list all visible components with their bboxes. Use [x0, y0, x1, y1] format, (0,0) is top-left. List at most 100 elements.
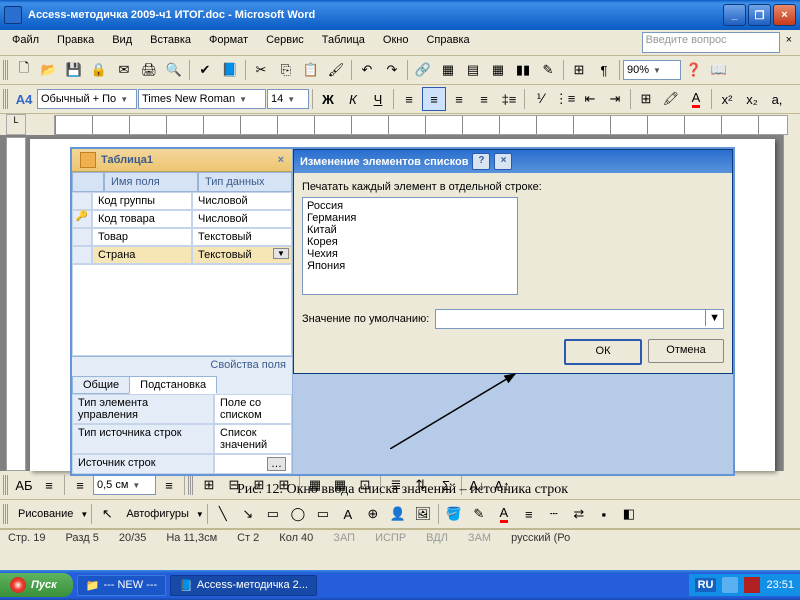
research-icon[interactable]: 📘 [218, 58, 242, 82]
highlight-icon[interactable]: 🖍 [659, 87, 683, 111]
clock[interactable]: 23:51 [766, 579, 794, 591]
drawing-icon[interactable]: ✎ [536, 58, 560, 82]
arrow-style-icon[interactable]: ⇄ [567, 502, 591, 526]
property-row[interactable]: Тип элемента управленияПоле со списком [72, 394, 292, 424]
picture-icon[interactable]: 🖼 [411, 502, 435, 526]
align-center-icon[interactable]: ≡ [422, 87, 446, 111]
menu-help[interactable]: Справка [418, 32, 477, 53]
align-left-icon[interactable]: ≡ [397, 87, 421, 111]
format-painter-icon[interactable]: 🖌 [324, 58, 348, 82]
ask-question-input[interactable]: Введите вопрос [642, 32, 780, 53]
print-icon[interactable]: 🖨 [137, 58, 161, 82]
menu-table[interactable]: Таблица [314, 32, 373, 53]
menu-tools[interactable]: Сервис [258, 32, 312, 53]
font-color-icon[interactable]: A [684, 87, 708, 111]
menu-edit[interactable]: Правка [49, 32, 102, 53]
dash-style-icon[interactable]: ┄ [542, 502, 566, 526]
taskbar-item[interactable]: 📘 Access-методичка 2... [170, 575, 317, 596]
menu-window[interactable]: Окно [375, 32, 417, 53]
menu-view[interactable]: Вид [104, 32, 140, 53]
undo-icon[interactable]: ↶ [355, 58, 379, 82]
underline-icon[interactable]: Ч [366, 87, 390, 111]
columns-icon[interactable]: ▮▮ [511, 58, 535, 82]
drawing-menu[interactable]: Рисование [12, 505, 79, 523]
new-doc-icon[interactable]: 🗋 [12, 58, 36, 82]
status-trk[interactable]: ИСПР [371, 532, 410, 544]
dialog-close-icon[interactable]: × [494, 153, 512, 170]
bullets-icon[interactable]: ⋮≡ [553, 87, 577, 111]
select-arrow-icon[interactable]: ↖ [95, 502, 119, 526]
help-icon[interactable]: ❓ [682, 58, 706, 82]
subscript-icon[interactable]: x₂ [740, 87, 764, 111]
align-right-icon[interactable]: ≡ [447, 87, 471, 111]
line-spacing-icon[interactable]: ‡≡ [497, 87, 521, 111]
zoom-combo[interactable]: 90%▼ [623, 60, 681, 80]
font-combo[interactable]: Times New Roman▼ [138, 89, 266, 109]
threed-icon[interactable]: ◧ [617, 502, 641, 526]
maximize-button[interactable]: ❐ [748, 4, 771, 26]
default-value-combo[interactable]: ▼ [435, 309, 724, 329]
indent-icon[interactable]: ⇥ [603, 87, 627, 111]
list-items-box[interactable]: РоссияГерманияКитайКореяЧехияЯпония [302, 197, 518, 295]
styles-pane-icon[interactable]: A4 [12, 87, 36, 111]
preview-icon[interactable]: 🔍 [162, 58, 186, 82]
dialog-help-icon[interactable]: ? [472, 153, 490, 170]
property-row[interactable]: Источник строк… [72, 454, 292, 474]
hyperlink-icon[interactable]: 🔗 [411, 58, 435, 82]
permission-icon[interactable]: 🔒 [87, 58, 111, 82]
textbox-icon[interactable]: ▭ [311, 502, 335, 526]
cancel-button[interactable]: Отмена [648, 339, 724, 363]
clipart-icon[interactable]: 👤 [386, 502, 410, 526]
field-row[interactable]: Код группыЧисловой [72, 192, 292, 210]
lang-indicator[interactable]: RU [695, 578, 717, 592]
status-ext[interactable]: ВДЛ [422, 532, 452, 544]
align-justify-icon[interactable]: ≡ [472, 87, 496, 111]
close-tab-icon[interactable]: × [278, 154, 284, 166]
paste-icon[interactable]: 📋 [299, 58, 323, 82]
line-icon[interactable]: ╲ [211, 502, 235, 526]
ok-button[interactable]: ОК [564, 339, 642, 365]
diagram-icon[interactable]: ⊕ [361, 502, 385, 526]
menu-insert[interactable]: Вставка [142, 32, 199, 53]
tb-icon[interactable]: ≡ [37, 473, 61, 497]
line-style-icon[interactable]: ≡ [517, 502, 541, 526]
horizontal-ruler[interactable] [54, 115, 788, 135]
field-row[interactable]: СтранаТекстовый▼ [72, 246, 292, 264]
outdent-icon[interactable]: ⇤ [578, 87, 602, 111]
numbering-icon[interactable]: ⅟ [528, 87, 552, 111]
close-button[interactable]: × [773, 4, 796, 26]
vertical-scrollbar[interactable] [783, 135, 800, 471]
status-rec[interactable]: ЗАП [329, 532, 359, 544]
mail-icon[interactable]: ✉ [112, 58, 136, 82]
font-color-icon[interactable]: A [492, 502, 516, 526]
field-row[interactable]: 🔑Код товараЧисловой [72, 210, 292, 228]
insert-table-icon[interactable]: ▤ [461, 58, 485, 82]
redo-icon[interactable]: ↷ [380, 58, 404, 82]
borders-icon[interactable]: ⊞ [634, 87, 658, 111]
style-combo[interactable]: Обычный + По▼ [37, 89, 137, 109]
lang-icon[interactable]: а, [765, 87, 789, 111]
oval-icon[interactable]: ◯ [286, 502, 310, 526]
cut-icon[interactable]: ✂ [249, 58, 273, 82]
abc-icon[interactable]: АБ [12, 473, 36, 497]
readmode-icon[interactable]: 📖 [707, 58, 731, 82]
taskbar-item[interactable]: 📁 --- NEW --- [77, 575, 166, 596]
wordart-icon[interactable]: A [336, 502, 360, 526]
docmap-icon[interactable]: ⊞ [567, 58, 591, 82]
tab-general[interactable]: Общие [72, 376, 130, 394]
menu-format[interactable]: Формат [201, 32, 256, 53]
font-size-combo[interactable]: 14▼ [267, 89, 309, 109]
open-icon[interactable]: 📂 [37, 58, 61, 82]
show-para-icon[interactable]: ¶ [592, 58, 616, 82]
property-row[interactable]: Тип источника строкСписок значений [72, 424, 292, 454]
minimize-button[interactable]: _ [723, 4, 746, 26]
vertical-ruler[interactable] [6, 137, 26, 471]
menu-file[interactable]: Файл [4, 32, 47, 53]
line-color-icon[interactable]: ✎ [467, 502, 491, 526]
start-button[interactable]: Пуск [0, 573, 73, 597]
shadow-icon[interactable]: ▪ [592, 502, 616, 526]
arrow-icon[interactable]: ↘ [236, 502, 260, 526]
superscript-icon[interactable]: x² [715, 87, 739, 111]
tray-icon[interactable] [722, 577, 738, 593]
kaspersky-icon[interactable] [744, 577, 760, 593]
